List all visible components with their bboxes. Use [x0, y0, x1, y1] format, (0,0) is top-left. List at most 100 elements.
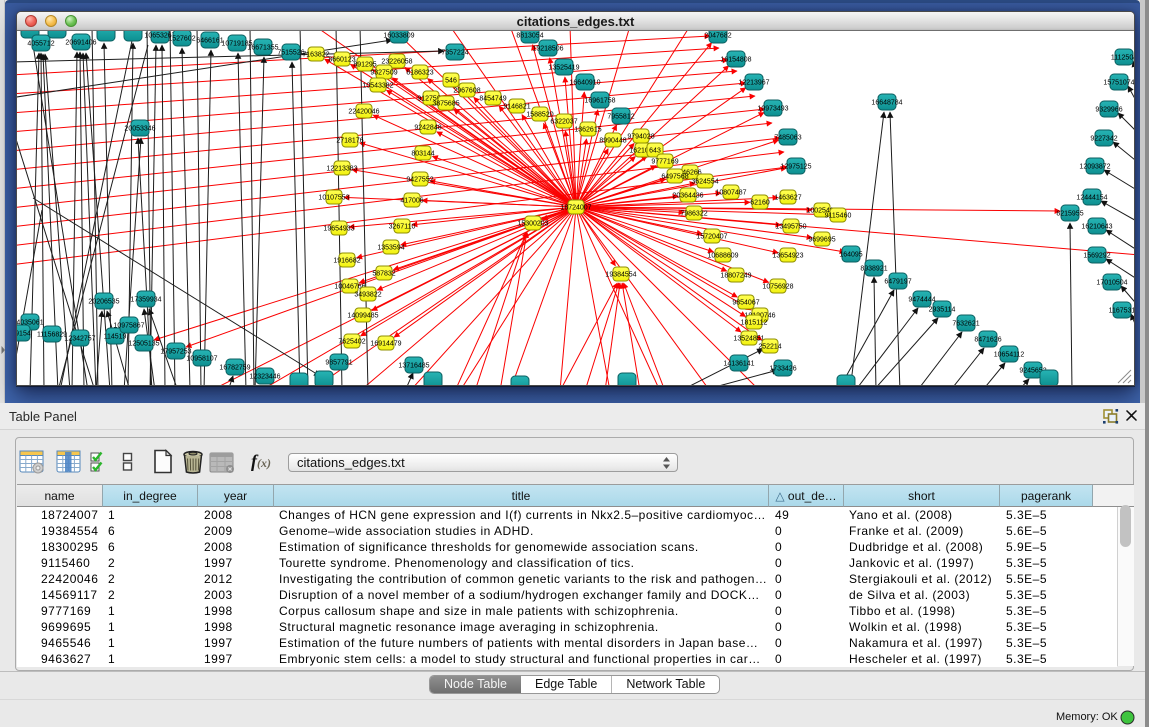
svg-text:164095: 164095: [839, 252, 862, 259]
svg-text:252214: 252214: [758, 344, 781, 351]
svg-text:6497568: 6497568: [661, 174, 688, 181]
svg-text:8454749: 8454749: [479, 96, 506, 103]
svg-text:17359934: 17359934: [130, 297, 161, 304]
svg-text:7485063: 7485063: [774, 135, 801, 142]
svg-text:20206535: 20206535: [88, 299, 119, 306]
svg-text:7357224: 7357224: [441, 50, 468, 57]
svg-text:10807487: 10807487: [715, 190, 746, 197]
svg-text:15720407: 15720407: [696, 234, 727, 241]
svg-text:8471626: 8471626: [974, 337, 1001, 344]
svg-text:12213967: 12213967: [738, 80, 769, 87]
svg-text:17957253: 17957253: [160, 349, 191, 356]
svg-text:1353594: 1353594: [377, 245, 404, 252]
svg-text:2935114: 2935114: [929, 307, 956, 314]
svg-text:13654923: 13654923: [772, 253, 803, 260]
svg-text:1463627: 1463627: [774, 195, 801, 202]
svg-text:9329966: 9329966: [1095, 107, 1122, 114]
svg-text:1916682: 1916682: [333, 258, 360, 265]
svg-text:587832: 587832: [372, 271, 395, 278]
svg-text:10543382: 10543382: [362, 83, 393, 90]
svg-text:15300203: 15300203: [517, 221, 548, 228]
svg-text:12444154: 12444154: [1076, 195, 1107, 202]
svg-text:13495750: 13495750: [775, 224, 806, 231]
svg-text:20364436: 20364436: [672, 193, 703, 200]
svg-text:114519: 114519: [104, 334, 127, 341]
svg-text:3493822: 3493822: [354, 292, 381, 299]
svg-text:10688609: 10688609: [707, 253, 738, 260]
svg-text:8215955: 8215955: [1056, 211, 1083, 218]
svg-text:16961758: 16961758: [584, 98, 615, 105]
svg-text:10973493: 10973493: [757, 106, 788, 113]
svg-text:9474444: 9474444: [908, 297, 935, 304]
svg-text:8813054: 8813054: [516, 33, 543, 40]
svg-text:16640910: 16640910: [569, 80, 600, 87]
svg-text:1112504: 1112504: [1111, 55, 1135, 62]
svg-text:9227342: 9227342: [1090, 136, 1117, 143]
svg-text:12975125: 12975125: [780, 164, 811, 171]
svg-text:10975867: 10975867: [113, 323, 144, 330]
svg-text:7955812: 7955812: [607, 114, 634, 121]
svg-text:7986322: 7986322: [680, 211, 707, 218]
svg-text:3624554: 3624554: [691, 179, 718, 186]
svg-text:12323446: 12323446: [249, 374, 280, 381]
svg-text:9699695: 9699695: [808, 237, 835, 244]
svg-text:1167531: 1167531: [1109, 308, 1135, 315]
svg-text:18724007: 18724007: [560, 205, 591, 212]
svg-text:9115460: 9115460: [825, 213, 852, 220]
svg-text:3267110: 3267110: [389, 224, 416, 231]
svg-text:7163822: 7163822: [302, 52, 329, 59]
svg-text:8186323: 8186323: [406, 70, 433, 77]
svg-text:3875685: 3875685: [432, 101, 459, 108]
svg-text:2967608: 2967608: [453, 88, 480, 95]
svg-text:8990448: 8990448: [599, 138, 626, 145]
svg-text:1569292: 1569292: [1083, 253, 1110, 260]
svg-text:11156829: 11156829: [37, 332, 67, 339]
svg-text:19384554: 19384554: [605, 272, 636, 279]
svg-text:1733426: 1733426: [769, 366, 796, 373]
svg-text:10107553: 10107553: [318, 195, 349, 202]
svg-text:6466161: 6466161: [196, 38, 223, 45]
svg-text:9327509: 9327509: [370, 70, 397, 77]
svg-text:546: 546: [445, 78, 457, 85]
svg-text:9857791: 9857791: [325, 360, 352, 367]
svg-text:7625402: 7625402: [338, 339, 365, 346]
svg-text:15751074: 15751074: [1103, 80, 1134, 87]
svg-text:13525419: 13525419: [548, 65, 579, 72]
svg-text:6322037: 6322037: [550, 119, 577, 126]
svg-text:9854067: 9854067: [732, 300, 759, 307]
svg-text:12213383: 12213383: [326, 166, 357, 173]
svg-text:2047682: 2047682: [704, 33, 731, 40]
svg-text:16671355: 16671355: [247, 45, 278, 52]
svg-text:16033809: 16033809: [383, 33, 414, 40]
svg-text:9146821: 9146821: [503, 104, 530, 111]
svg-text:9777169: 9777169: [651, 159, 678, 166]
svg-text:12505135: 12505135: [128, 341, 159, 348]
svg-text:12093872: 12093872: [1079, 164, 1110, 171]
svg-text:6479197: 6479197: [884, 279, 911, 286]
svg-text:16782759: 16782759: [219, 365, 250, 372]
svg-text:20691406: 20691406: [65, 40, 96, 47]
svg-text:891295: 891295: [353, 62, 376, 69]
svg-text:10958107: 10958107: [186, 356, 217, 363]
svg-text:9794028: 9794028: [627, 134, 654, 141]
svg-text:4055712: 4055712: [27, 41, 54, 48]
svg-text:19218506: 19218506: [532, 46, 563, 53]
svg-text:39154: 39154: [17, 331, 31, 338]
svg-text:17010504: 17010504: [1096, 280, 1127, 287]
svg-text:14099485: 14099485: [347, 313, 378, 320]
svg-text:12342757: 12342757: [64, 336, 95, 343]
svg-text:1527602: 1527602: [168, 36, 195, 43]
svg-text:23226058: 23226058: [381, 59, 412, 66]
svg-text:16210643: 16210643: [1081, 224, 1112, 231]
svg-text:20053346: 20053346: [124, 126, 155, 133]
svg-text:16154808: 16154808: [720, 57, 751, 64]
svg-text:1588520: 1588520: [526, 112, 553, 119]
svg-text:7632621: 7632621: [952, 321, 979, 328]
svg-text:62160: 62160: [750, 200, 770, 207]
svg-text:9242848: 9242848: [414, 125, 441, 132]
svg-text:7515526: 7515526: [277, 50, 304, 57]
svg-text:9427552: 9427552: [406, 177, 433, 184]
svg-text:14136141: 14136141: [723, 361, 754, 368]
svg-text:13716485: 13716485: [398, 363, 429, 370]
svg-text:1815112: 1815112: [741, 320, 768, 327]
